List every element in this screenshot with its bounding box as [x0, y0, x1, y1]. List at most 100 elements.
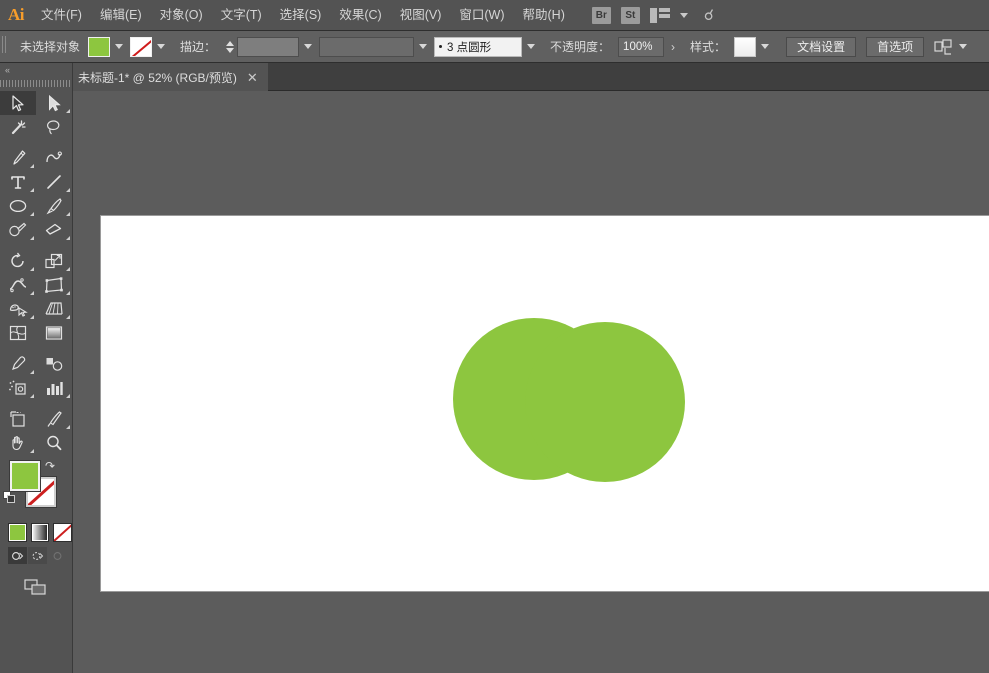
tool-shape-builder[interactable]	[0, 297, 36, 321]
tool-zoom[interactable]	[36, 431, 72, 455]
fill-stroke-controls: ↷	[0, 459, 72, 521]
menu-edit[interactable]: 编辑(E)	[91, 0, 151, 31]
default-fill-stroke-icon[interactable]	[3, 491, 16, 504]
align-dropdown-arrow-icon[interactable]	[956, 37, 970, 57]
menu-object[interactable]: 对象(O)	[151, 0, 212, 31]
draw-inside-icon[interactable]	[48, 547, 67, 564]
tool-flyout-indicator-icon	[66, 212, 70, 216]
tool-eraser[interactable]	[36, 218, 72, 242]
menu-file[interactable]: 文件(F)	[32, 0, 91, 31]
tool-flyout-indicator-icon	[66, 315, 70, 319]
opacity-input[interactable]: 100%	[618, 37, 664, 57]
stroke-weight-stepper[interactable]	[224, 37, 235, 57]
tool-ellipse[interactable]	[0, 194, 36, 218]
tool-magic-wand[interactable]	[0, 115, 36, 139]
bridge-icon[interactable]: Br	[592, 7, 611, 24]
tool-flyout-indicator-icon	[30, 164, 34, 168]
tool-paintbrush[interactable]	[36, 194, 72, 218]
opacity-label: 不透明度：	[550, 38, 610, 55]
sync-settings-icon[interactable]: ☌	[704, 6, 714, 24]
tool-flyout-indicator-icon	[30, 370, 34, 374]
stroke-weight-label: 描边：	[180, 38, 216, 55]
menubar-right-group: Br St ☌	[592, 6, 714, 24]
menu-help[interactable]: 帮助(H)	[514, 0, 574, 31]
graphic-style-swatch[interactable]	[734, 37, 756, 57]
tool-eyedropper[interactable]	[0, 352, 36, 376]
preferences-button[interactable]: 首选项	[866, 37, 924, 57]
tool-selection[interactable]	[0, 91, 36, 115]
tool-direct-selection[interactable]	[36, 91, 72, 115]
tool-column-graph[interactable]	[36, 376, 72, 400]
stroke-color-swatch[interactable]	[130, 37, 152, 57]
chevron-down-icon[interactable]	[680, 13, 688, 18]
color-mode-icon[interactable]	[8, 523, 27, 542]
document-setup-button[interactable]: 文档设置	[786, 37, 856, 57]
tool-shaper[interactable]	[0, 218, 36, 242]
tool-width[interactable]	[0, 273, 36, 297]
fill-dropdown-arrow-icon[interactable]	[112, 37, 126, 57]
tool-perspective-grid[interactable]	[36, 297, 72, 321]
tool-flyout-indicator-icon	[30, 291, 34, 295]
tool-artboard[interactable]	[0, 407, 36, 431]
tool-curvature[interactable]	[36, 146, 72, 170]
none-mode-icon[interactable]	[53, 523, 72, 542]
draw-normal-icon[interactable]	[8, 547, 27, 564]
stroke-weight-dropdown-arrow-icon[interactable]	[301, 37, 315, 57]
style-dropdown-arrow-icon[interactable]	[758, 37, 772, 57]
variable-width-profile-select[interactable]	[319, 37, 414, 57]
menu-effect[interactable]: 效果(C)	[330, 0, 390, 31]
stock-icon[interactable]: St	[621, 7, 640, 24]
tool-line-segment[interactable]	[36, 170, 72, 194]
tool-flyout-indicator-icon	[30, 188, 34, 192]
fill-color-indicator[interactable]	[10, 461, 40, 491]
gradient-mode-icon[interactable]	[31, 523, 50, 542]
document-tab-title: 未标题-1* @ 52% (RGB/预览)	[78, 69, 237, 86]
align-to-selection-icon[interactable]	[934, 39, 954, 55]
tool-rotate[interactable]	[0, 249, 36, 273]
tools-panel: «	[0, 63, 73, 673]
tool-lasso[interactable]	[36, 115, 72, 139]
opacity-more-options-button[interactable]: ›	[664, 40, 682, 54]
fill-color-swatch[interactable]	[88, 37, 110, 57]
menu-window[interactable]: 窗口(W)	[450, 0, 513, 31]
canvas-workspace[interactable]	[73, 91, 989, 673]
tool-type[interactable]	[0, 170, 36, 194]
menu-view[interactable]: 视图(V)	[391, 0, 451, 31]
tool-hand[interactable]	[0, 431, 36, 455]
tool-free-transform[interactable]	[36, 273, 72, 297]
menu-type[interactable]: 文字(T)	[212, 0, 271, 31]
swap-fill-stroke-icon[interactable]: ↷	[45, 459, 55, 473]
tool-slice[interactable]	[36, 407, 72, 431]
control-bar-grip[interactable]	[0, 31, 9, 63]
arrange-documents-icon[interactable]	[650, 8, 670, 23]
brush-definition-select[interactable]: 3 点圆形	[434, 37, 522, 57]
document-tab[interactable]: 未标题-1* @ 52% (RGB/预览) ✕	[68, 63, 268, 91]
union-of-two-circles[interactable]	[453, 318, 685, 490]
tool-gradient[interactable]	[36, 321, 72, 345]
brush-definition-value: 3 点圆形	[447, 39, 491, 55]
tool-scale[interactable]	[36, 249, 72, 273]
menu-select[interactable]: 选择(S)	[271, 0, 331, 31]
tool-symbol-sprayer[interactable]	[0, 376, 36, 400]
tool-flyout-indicator-icon	[30, 449, 34, 453]
profile-dropdown-arrow-icon[interactable]	[416, 37, 430, 57]
tool-separator	[0, 400, 72, 407]
tool-flyout-indicator-icon	[30, 212, 34, 216]
close-icon[interactable]: ✕	[247, 71, 258, 84]
drawing-mode-bar	[0, 542, 72, 564]
stroke-weight-input[interactable]	[237, 37, 299, 57]
draw-behind-icon[interactable]	[28, 547, 47, 564]
app-logo-icon: Ai	[0, 0, 32, 31]
tool-mesh[interactable]	[0, 321, 36, 345]
control-bar: 未选择对象 描边： 3 点圆形 不透明度： 100% › 样式： 文档设置 首选…	[0, 31, 989, 63]
change-screen-mode-icon[interactable]	[0, 564, 72, 596]
tool-blend[interactable]	[36, 352, 72, 376]
tool-flyout-indicator-icon	[30, 394, 34, 398]
brush-dropdown-arrow-icon[interactable]	[524, 37, 538, 57]
tools-panel-grip[interactable]	[0, 77, 72, 89]
tool-pen[interactable]	[0, 146, 36, 170]
collapse-panel-icon[interactable]: «	[0, 63, 72, 77]
stroke-dropdown-arrow-icon[interactable]	[154, 37, 168, 57]
artboard[interactable]	[101, 216, 989, 591]
tool-separator	[0, 345, 72, 352]
